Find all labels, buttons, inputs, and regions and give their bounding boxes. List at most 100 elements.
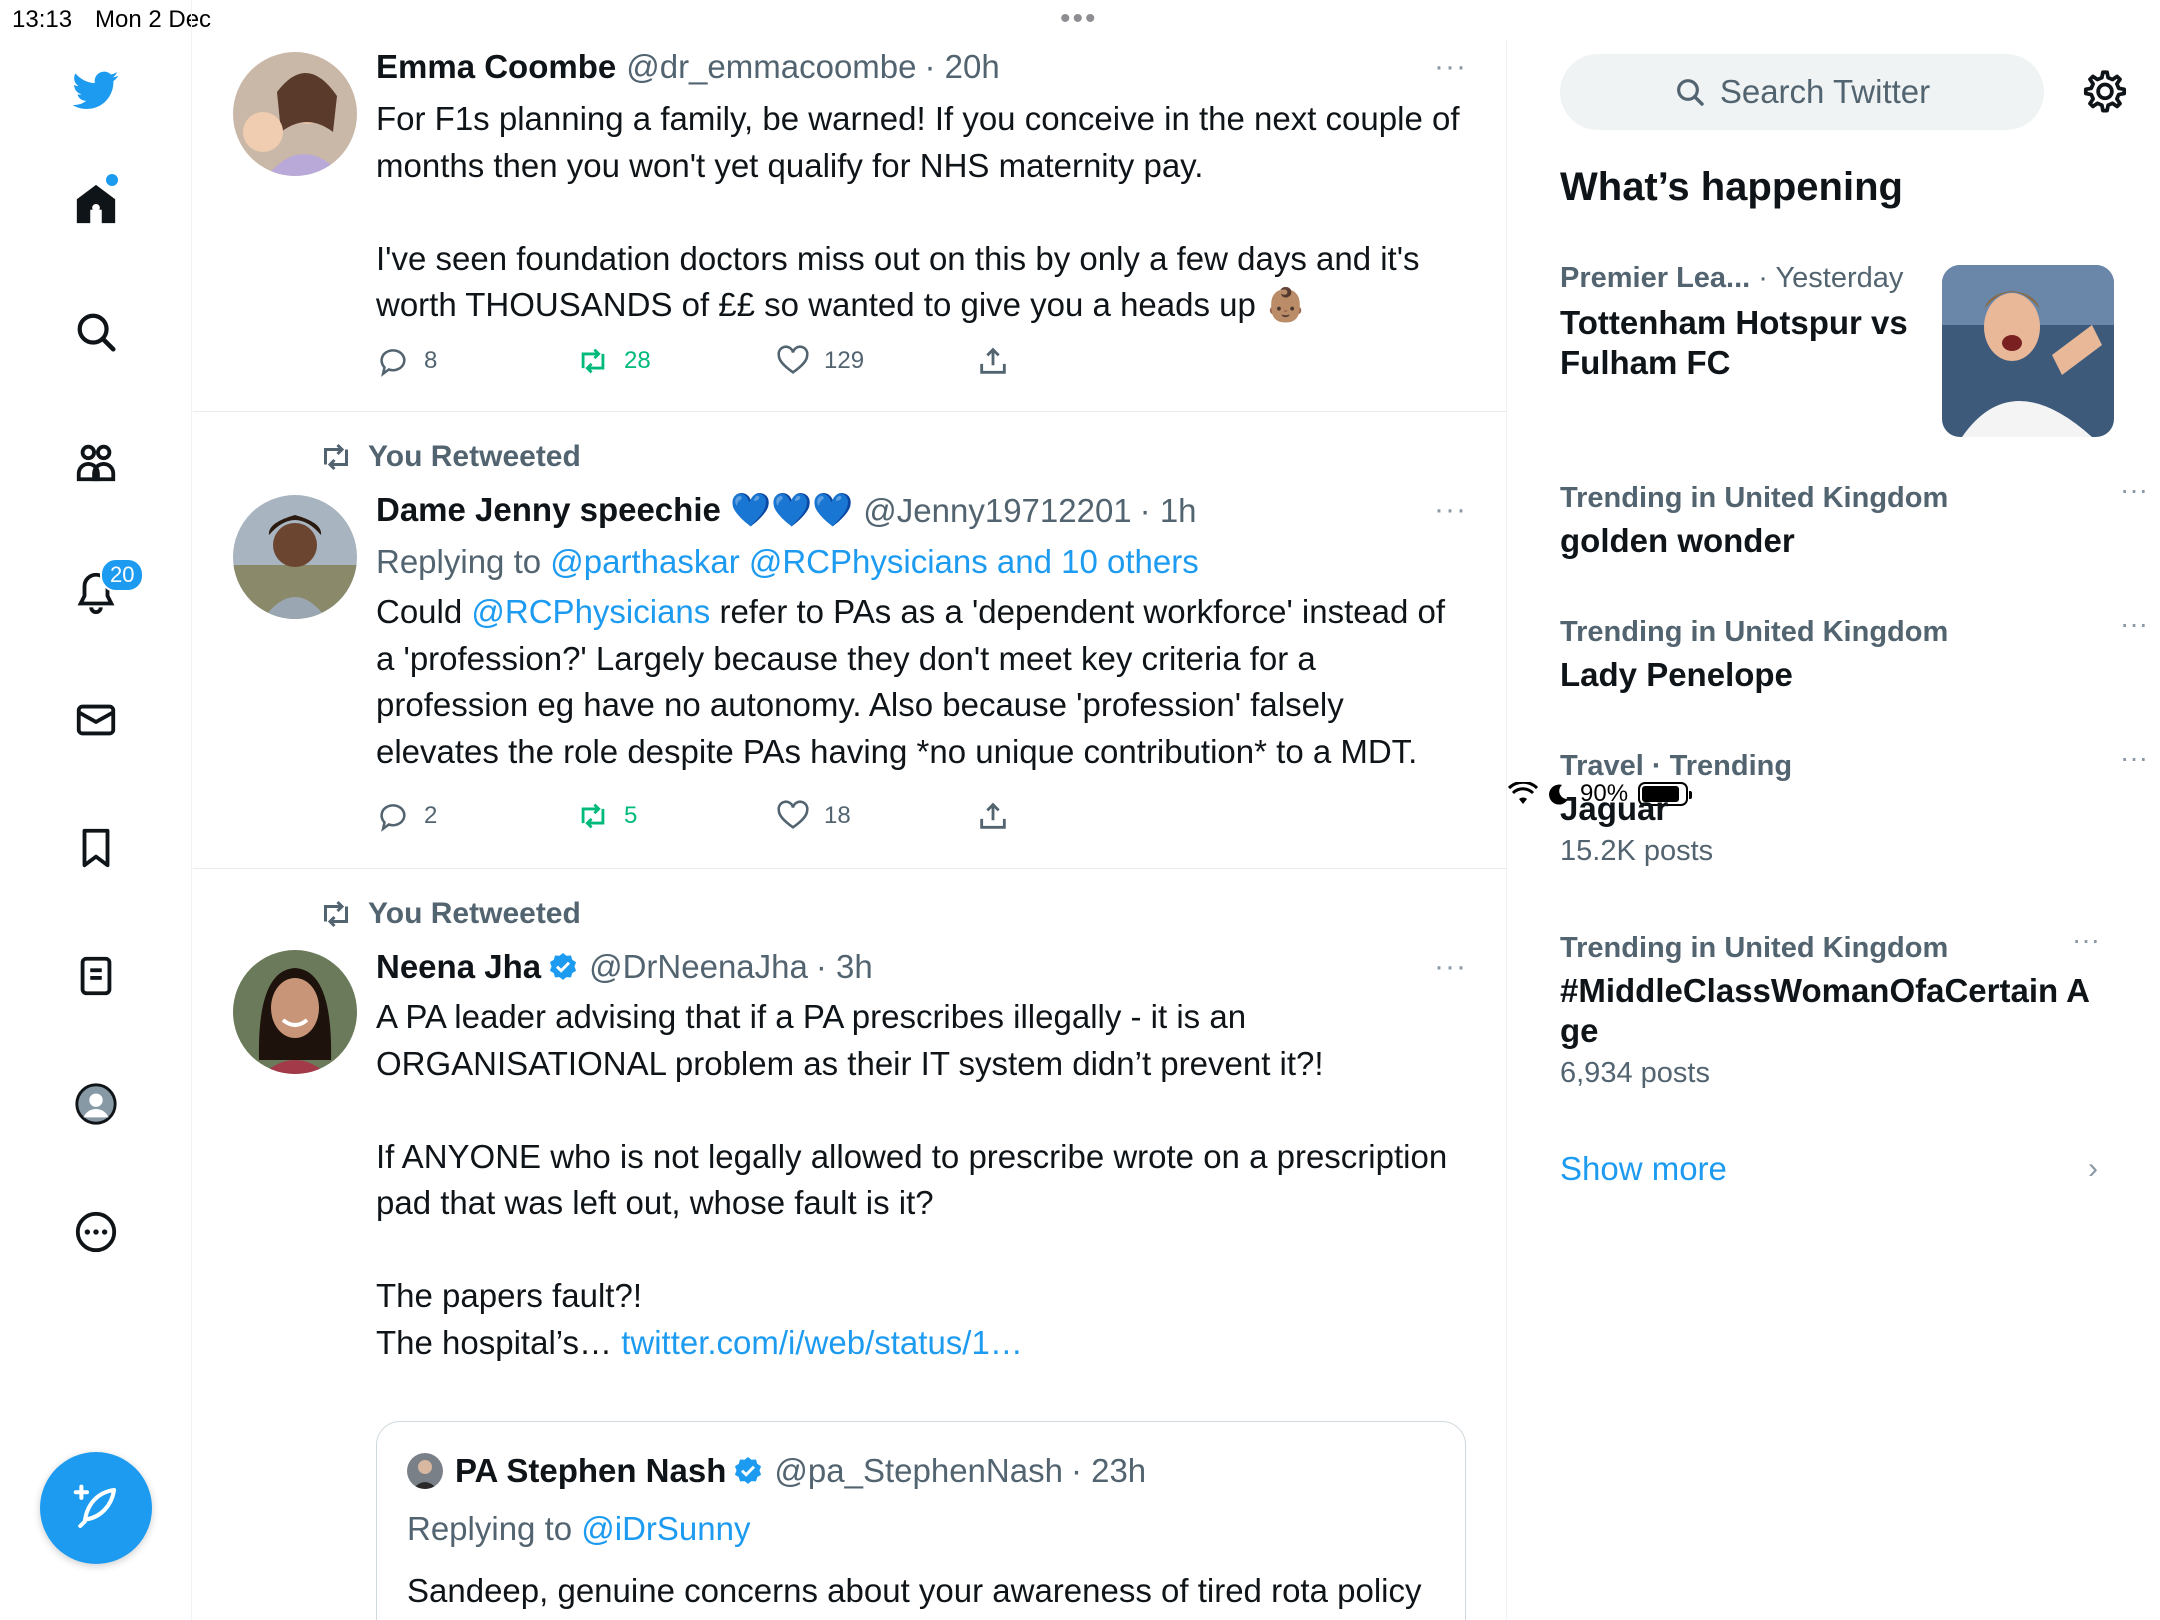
twitter-bird-icon[interactable]: [70, 64, 122, 116]
profile-avatar-icon[interactable]: [70, 1078, 122, 1130]
retweeted-label: You Retweeted: [368, 897, 581, 930]
tweet-author-name[interactable]: Emma Coombe: [376, 48, 616, 86]
search-box[interactable]: Search Twitter: [1560, 54, 2044, 130]
trend-context-label: Trending in United Kingdom: [1560, 932, 1949, 964]
trend-name: #MiddleClassWomanOfaCertain Age: [1560, 972, 2090, 1049]
share-button[interactable]: [976, 799, 1010, 833]
reply-icon: [380, 349, 406, 377]
trend-context: Travel · Trending: [1560, 750, 2120, 783]
tweet-author-handle[interactable]: @DrNeenaJha: [589, 948, 808, 986]
left-nav: 20: [0, 0, 192, 1620]
replying-to-users[interactable]: @parthaskar @RCPhysicians and 10 others: [550, 543, 1198, 580]
verified-badge-icon: [735, 1457, 762, 1484]
quoted-avatar[interactable]: [407, 1453, 443, 1489]
timeline: Emma Coombe @dr_emmacoombe · 20h ··· For…: [193, 40, 1507, 1620]
share-icon: [980, 802, 1006, 829]
search-icon[interactable]: [70, 306, 122, 358]
retweet-icon: [581, 803, 605, 829]
tweet-link[interactable]: twitter.com/i/web/status/1…: [621, 1324, 1023, 1361]
tweet[interactable]: Emma Coombe @dr_emmacoombe · 20h ··· For…: [193, 40, 1507, 412]
retweet-count: 28: [624, 347, 651, 374]
tweet-text: Could @RCPhysicians refer to PAs as a 'd…: [376, 589, 1466, 775]
trend-item[interactable]: Trending in United Kingdom golden wonder…: [1560, 474, 2148, 561]
reply-count: 2: [424, 802, 438, 829]
avatar[interactable]: [233, 950, 357, 1074]
tweet-author-handle[interactable]: @Jenny19712201: [863, 492, 1131, 530]
trend-post-count: 15.2K posts: [1560, 835, 1714, 867]
like-count: 18: [824, 802, 851, 829]
trend-post-count: 6,934 posts: [1560, 1057, 1710, 1089]
trend-name: Lady Penelope: [1560, 656, 1793, 693]
trend-more-icon[interactable]: ···: [2120, 608, 2148, 640]
retweet-count: 5: [624, 802, 638, 829]
reply-button[interactable]: 8: [376, 344, 437, 378]
trend-context: Trending in United Kingdom: [1560, 482, 2120, 515]
bookmarks-icon[interactable]: [70, 822, 122, 874]
tweet-header: Neena Jha @DrNeenaJha · 3h: [376, 948, 873, 986]
tweet-author-name[interactable]: Neena Jha: [376, 948, 541, 986]
tweet-more-icon[interactable]: ···: [1434, 493, 1467, 527]
tweet-text: A PA leader advising that if a PA prescr…: [376, 994, 1466, 1366]
trend-item[interactable]: Travel · Trending Jaguar 15.2K posts ···: [1560, 742, 2148, 868]
tweet[interactable]: You Retweeted Dame Jenny speechie 💙💙💙 @J…: [193, 413, 1507, 869]
quoted-time: · 23h: [1070, 1452, 1147, 1489]
tweet-actions: 8 28 129: [376, 344, 1016, 384]
trend-item[interactable]: Trending in United Kingdom #MiddleClassW…: [1560, 924, 2100, 1090]
share-icon: [980, 347, 1006, 374]
avatar[interactable]: [233, 495, 357, 619]
tweet-more-icon[interactable]: ···: [1434, 50, 1467, 84]
retweet-small-icon: [324, 900, 348, 928]
tweet-mention[interactable]: @RCPhysicians: [471, 593, 710, 630]
quoted-replying-user[interactable]: @iDrSunny: [581, 1510, 750, 1547]
tweet-author-name[interactable]: Dame Jenny speechie 💙💙💙: [376, 491, 853, 530]
share-button[interactable]: [976, 344, 1010, 378]
trend-name: Tottenham Hotspur vs Fulham FC: [1560, 304, 1908, 381]
trend-context-label: Trending in United Kingdom: [1560, 616, 1949, 648]
quoted-author-name[interactable]: PA Stephen Nash: [455, 1452, 726, 1490]
messages-envelope-icon[interactable]: [70, 694, 122, 746]
tweet-time[interactable]: · 20h: [925, 48, 1000, 86]
tweet-time[interactable]: · 1h: [1140, 492, 1197, 530]
retweet-small-icon: [324, 443, 348, 471]
quoted-tweet-header: PA Stephen Nash @pa_StephenNash · 23h: [407, 1452, 1146, 1490]
tweet-text-body: A PA leader advising that if a PA prescr…: [376, 998, 1448, 1361]
home-icon[interactable]: [70, 178, 122, 230]
compose-tweet-button[interactable]: [40, 1452, 152, 1564]
like-button[interactable]: 18: [776, 799, 851, 833]
quoted-tweet-text: Sandeep, genuine concerns about your awa…: [407, 1572, 1422, 1620]
retweet-button[interactable]: 5: [576, 799, 637, 833]
tweet-time[interactable]: · 3h: [816, 948, 873, 986]
reply-button[interactable]: 2: [376, 799, 437, 833]
trend-item[interactable]: Premier Lea... · Yesterday Tottenham Hot…: [1560, 262, 1940, 383]
trend-item[interactable]: Trending in United Kingdom Lady Penelope…: [1560, 608, 2148, 695]
trend-context: Trending in United Kingdom: [1560, 616, 2120, 649]
more-options-icon[interactable]: [70, 1206, 122, 1258]
tweet-more-icon[interactable]: ···: [1434, 950, 1467, 984]
communities-icon[interactable]: [70, 436, 122, 488]
trend-more-icon[interactable]: ···: [2072, 924, 2100, 956]
compose-feather-icon: [73, 1484, 117, 1529]
trend-name: Jaguar: [1560, 790, 1669, 827]
tweet-header: Emma Coombe @dr_emmacoombe · 20h: [376, 48, 1000, 86]
lists-icon[interactable]: [70, 950, 122, 1002]
quoted-tweet[interactable]: PA Stephen Nash @pa_StephenNash · 23h Re…: [376, 1421, 1466, 1620]
settings-gear-icon[interactable]: [2080, 66, 2130, 116]
show-more-link[interactable]: Show more: [1560, 1150, 1727, 1188]
avatar[interactable]: [233, 52, 357, 176]
trend-context: Trending in United Kingdom: [1560, 932, 2100, 965]
retweet-button[interactable]: 28: [576, 344, 651, 378]
multitask-dots[interactable]: •••: [1060, 2, 1098, 36]
tweet-text: For F1s planning a family, be warned! If…: [376, 100, 1460, 323]
search-icon: [1676, 79, 1704, 106]
quoted-author-handle[interactable]: @pa_StephenNash: [774, 1452, 1063, 1490]
search-placeholder: Search Twitter: [1719, 73, 1931, 110]
like-count: 129: [824, 347, 865, 374]
trend-image[interactable]: [1942, 265, 2114, 437]
right-sidebar: Search Twitter What’s happening Premier …: [1508, 40, 2160, 1620]
trend-more-icon[interactable]: ···: [2120, 474, 2148, 506]
reply-icon: [380, 804, 406, 832]
trend-more-icon[interactable]: ···: [2120, 742, 2148, 774]
tweet-author-handle[interactable]: @dr_emmacoombe: [626, 48, 916, 86]
like-button[interactable]: 129: [776, 344, 864, 378]
retweeted-indicator: You Retweeted: [318, 896, 581, 932]
